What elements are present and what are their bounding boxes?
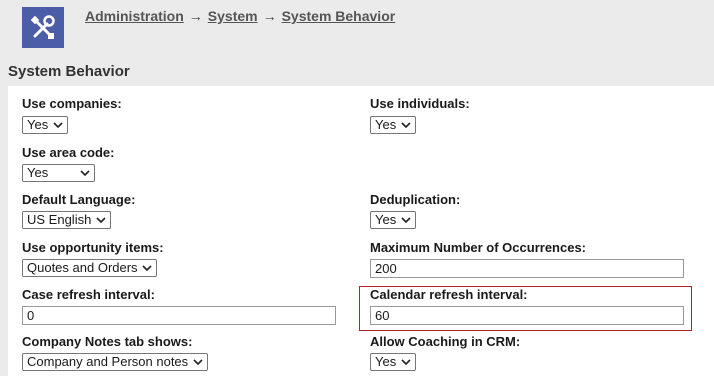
- breadcrumb: Administration → System → System Behavior: [85, 8, 395, 24]
- company-notes-tab-label: Company Notes tab shows:: [22, 334, 193, 349]
- chevron-down-icon: [53, 122, 63, 129]
- use-opportunity-items-value: Quotes and Orders: [27, 260, 138, 275]
- default-language-select[interactable]: US English: [22, 211, 111, 229]
- use-opportunity-items-select[interactable]: Quotes and Orders: [22, 259, 157, 277]
- use-companies-select[interactable]: Yes: [22, 116, 68, 134]
- use-companies-label: Use companies:: [22, 96, 122, 111]
- breadcrumb-system-behavior[interactable]: System Behavior: [282, 8, 396, 24]
- chevron-down-icon: [142, 265, 152, 272]
- deduplication-label: Deduplication:: [370, 192, 461, 207]
- chevron-down-icon: [80, 170, 90, 177]
- chevron-down-icon: [96, 217, 106, 224]
- use-opportunity-items-label: Use opportunity items:: [22, 240, 164, 255]
- company-notes-tab-value: Company and Person notes: [27, 354, 189, 369]
- breadcrumb-system[interactable]: System: [208, 8, 258, 24]
- use-individuals-value: Yes: [375, 117, 397, 132]
- default-language-label: Default Language:: [22, 192, 136, 207]
- settings-panel: [8, 86, 714, 376]
- calendar-refresh-interval-input[interactable]: 60: [370, 306, 684, 325]
- allow-coaching-select[interactable]: Yes: [370, 353, 416, 371]
- allow-coaching-value: Yes: [375, 354, 397, 369]
- case-refresh-interval-input[interactable]: 0: [22, 306, 336, 325]
- default-language-value: US English: [27, 212, 92, 227]
- case-refresh-interval-label: Case refresh interval:: [22, 287, 155, 302]
- calendar-refresh-interval-label: Calendar refresh interval:: [370, 287, 528, 302]
- max-occurrences-label: Maximum Number of Occurrences:: [370, 240, 587, 255]
- deduplication-select[interactable]: Yes: [370, 211, 416, 229]
- tools-icon: [22, 7, 64, 48]
- use-area-code-value: Yes: [27, 165, 49, 180]
- chevron-down-icon: [401, 122, 411, 129]
- allow-coaching-label: Allow Coaching in CRM:: [370, 334, 521, 349]
- deduplication-value: Yes: [375, 212, 397, 227]
- breadcrumb-separator: →: [188, 8, 203, 24]
- max-occurrences-input[interactable]: 200: [370, 259, 684, 278]
- breadcrumb-separator: →: [262, 8, 277, 24]
- use-individuals-label: Use individuals:: [370, 96, 470, 111]
- page-title: System Behavior: [8, 63, 130, 80]
- chevron-down-icon: [401, 359, 411, 366]
- use-individuals-select[interactable]: Yes: [370, 116, 416, 134]
- use-area-code-label: Use area code:: [22, 145, 115, 160]
- use-companies-value: Yes: [27, 117, 49, 132]
- use-area-code-select[interactable]: Yes: [22, 164, 95, 182]
- chevron-down-icon: [401, 217, 411, 224]
- chevron-down-icon: [193, 359, 203, 366]
- breadcrumb-administration[interactable]: Administration: [85, 8, 184, 24]
- company-notes-tab-select[interactable]: Company and Person notes: [22, 353, 208, 371]
